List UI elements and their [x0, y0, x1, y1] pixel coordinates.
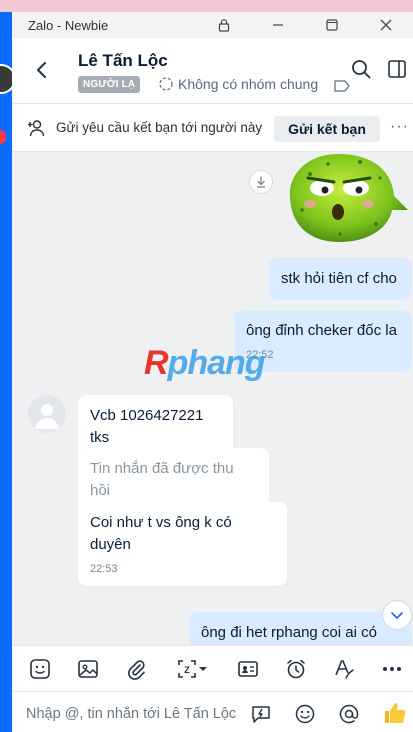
- quick-message-button[interactable]: [250, 703, 272, 725]
- maximize-button[interactable]: [305, 12, 359, 38]
- sticker-image[interactable]: [280, 152, 412, 244]
- contact-avatar[interactable]: [28, 395, 66, 433]
- watermark-rest: phang: [167, 344, 266, 382]
- message-time: 22:53: [90, 563, 118, 575]
- default-avatar-icon: [35, 404, 59, 429]
- quick-message-icon: [252, 706, 270, 723]
- send-contact-card-button[interactable]: [236, 658, 260, 680]
- attachment-icon: [128, 660, 145, 680]
- window-title: Zalo - Newbie: [28, 17, 109, 33]
- emoji-button[interactable]: [294, 703, 316, 725]
- chevron-down-icon: [391, 612, 403, 619]
- send-friend-request-button[interactable]: Gửi kết bạn: [274, 116, 380, 142]
- message-bubble-received[interactable]: Coi như t vs ông k có duyên 22:53: [78, 502, 287, 586]
- stranger-badge: NGƯỜI LẠ: [78, 76, 141, 93]
- message-text: ông đi het rphang coi ai có: [201, 624, 377, 641]
- send-image-button[interactable]: [76, 658, 100, 680]
- contact-name[interactable]: Lê Tấn Lộc: [78, 51, 168, 71]
- emoji-icon: [295, 704, 315, 724]
- scroll-to-bottom-button[interactable]: [382, 600, 412, 630]
- contact-card-icon: [238, 661, 258, 677]
- mention-icon: [339, 704, 359, 724]
- maximize-icon: [326, 19, 338, 31]
- more-tools-button[interactable]: [380, 658, 404, 680]
- window-titlebar: Zalo - Newbie: [12, 12, 413, 38]
- message-time: 22:52: [246, 349, 274, 361]
- chat-header: Lê Tấn Lộc NGƯỜI LẠ Không có nhóm chung: [12, 38, 413, 104]
- watermark-logo: Rphang: [144, 344, 266, 383]
- message-bubble-sent[interactable]: stk hỏi tiên cf cho: [269, 258, 412, 300]
- more-icon: [383, 667, 401, 671]
- message-input-row: [12, 691, 413, 732]
- minimize-button[interactable]: [251, 12, 305, 38]
- group-icon: [159, 77, 173, 91]
- friend-request-text: Gửi yêu cầu kết bạn tới người này: [56, 120, 263, 135]
- common-groups-info[interactable]: Không có nhóm chung: [158, 76, 318, 92]
- conversation-area[interactable]: stk hỏi tiên cf cho ông đỉnh cheker đốc …: [12, 152, 413, 645]
- message-bubble-sent[interactable]: ông đi het rphang coi ai có: [189, 612, 412, 645]
- message-text: Tin nhắn đã được thu hồi: [90, 460, 234, 499]
- message-text: Coi như t vs ông k có duyên: [90, 514, 232, 553]
- watermark-first-letter: R: [144, 344, 169, 382]
- common-groups-label: Không có nhóm chung: [178, 76, 319, 92]
- screenshot-icon: Z: [178, 660, 196, 678]
- text-format-button[interactable]: [332, 658, 356, 680]
- message-text: ông đỉnh cheker đốc la: [246, 322, 397, 339]
- download-sticker-button[interactable]: [249, 170, 273, 194]
- message-text: Vcb 1026427221 tks: [90, 407, 204, 446]
- top-strip: [0, 0, 413, 12]
- mention-button[interactable]: [338, 703, 360, 725]
- sticker-button[interactable]: [28, 658, 52, 680]
- reminder-button[interactable]: [284, 658, 308, 680]
- left-sidebar-rail: [0, 12, 16, 732]
- friend-request-bar: Gửi yêu cầu kết bạn tới người này Gửi kế…: [12, 104, 413, 152]
- thumbs-up-icon: [385, 703, 406, 723]
- back-arrow-icon[interactable]: [32, 60, 52, 80]
- chevron-down-icon: [199, 667, 207, 671]
- attach-file-button[interactable]: [124, 658, 148, 680]
- composer-toolbar: Z: [12, 645, 413, 691]
- svg-text:Z: Z: [184, 665, 190, 675]
- close-icon: [380, 19, 392, 31]
- text-format-icon: [335, 660, 354, 679]
- screenshot-button[interactable]: Z: [172, 658, 212, 680]
- search-icon[interactable]: [350, 58, 372, 80]
- send-like-button[interactable]: [382, 700, 408, 726]
- minimize-icon: [273, 24, 283, 26]
- notification-indicator: [0, 130, 6, 144]
- close-button[interactable]: [359, 12, 413, 38]
- add-person-icon: [28, 120, 45, 137]
- pin-window-button[interactable]: [197, 12, 251, 38]
- conversation-info-panel-icon[interactable]: [386, 58, 408, 80]
- alarm-clock-icon: [287, 659, 305, 679]
- more-options-icon[interactable]: ···: [390, 118, 409, 136]
- lock-icon: [218, 19, 230, 32]
- sticker-icon: [30, 659, 50, 679]
- download-icon: [257, 176, 265, 188]
- message-text: stk hỏi tiên cf cho: [281, 270, 397, 287]
- image-icon: [78, 660, 98, 678]
- message-input[interactable]: [26, 702, 248, 726]
- tag-label-icon[interactable]: [334, 80, 350, 92]
